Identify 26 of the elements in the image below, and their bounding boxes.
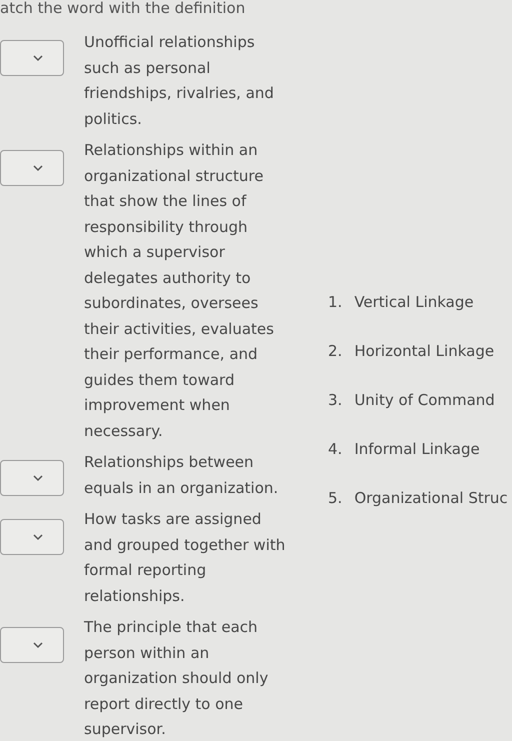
- term-label: Horizontal Linkage: [354, 341, 494, 362]
- answer-dropdown[interactable]: [0, 519, 64, 555]
- definition-text: Relationships between equals in an organization.: [84, 452, 280, 498]
- definition-text: Relationships within an organizational structure that show the lines of responsibility through which a supervisor delegates authority to subordinates, oversees their activities, evaluates their performance, and guides them toward improvement when necessary.: [84, 140, 275, 442]
- definition-text: How tasks are assigned and grouped together with formal reporting relationships.: [84, 509, 286, 606]
- answer-dropdown[interactable]: [0, 150, 64, 186]
- definition-text: Unofficial relationships such as personal friendships, rivalries, and politics.: [84, 32, 275, 130]
- term-number: 3.: [328, 390, 342, 411]
- term-number: 2.: [328, 341, 342, 362]
- term-label: Organizational Struc: [354, 488, 508, 509]
- term-label: Unity of Command: [354, 390, 495, 411]
- answer-dropdown[interactable]: [0, 40, 64, 76]
- instruction-title: atch the word with the definition: [0, 0, 246, 16]
- answer-dropdown[interactable]: [0, 627, 64, 663]
- chevron-down-icon: [33, 54, 43, 62]
- chevron-down-icon: [33, 642, 43, 648]
- term-number: 1.: [328, 292, 342, 313]
- chevron-down-icon: [33, 534, 43, 540]
- term-label: Vertical Linkage: [354, 292, 474, 313]
- term-number: 5.: [328, 488, 342, 509]
- term-label: Informal Linkage: [354, 439, 480, 460]
- chevron-down-icon: [33, 474, 43, 482]
- answer-dropdown[interactable]: [0, 460, 64, 496]
- definition-text: The principle that each person within an organization should only report directly to one supervisor.: [84, 617, 270, 740]
- chevron-down-icon: [33, 164, 43, 172]
- term-number: 4.: [328, 439, 342, 460]
